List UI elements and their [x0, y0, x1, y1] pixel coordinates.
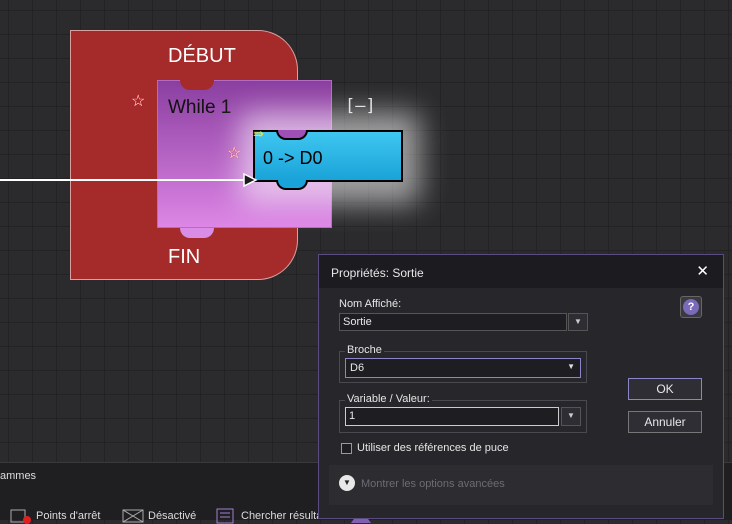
while-block-notch-top: [180, 80, 214, 90]
help-icon: ?: [683, 299, 699, 315]
assign-block-notch-top: [276, 130, 308, 140]
dialog-titlebar[interactable]: Propriétés: Sortie ✕: [319, 255, 723, 288]
disabled-icon: [122, 509, 144, 523]
pin-select-value: D6: [350, 362, 365, 374]
breakpoints-label: Points d'arrêt: [36, 509, 101, 522]
variable-dropdown-icon[interactable]: ▼: [561, 407, 581, 426]
search-results-icon: [216, 508, 234, 524]
help-button[interactable]: ?: [680, 296, 702, 318]
variable-value-field[interactable]: 1: [345, 407, 559, 426]
properties-dialog: Propriétés: Sortie ✕ Nom Affiché: Sortie…: [318, 254, 724, 519]
cancel-button[interactable]: Annuler: [628, 411, 702, 433]
chevron-down-icon: ▼: [567, 362, 575, 371]
search-results-tab[interactable]: Chercher résultats: [215, 508, 331, 524]
wire-arrowhead-icon: [243, 172, 258, 188]
dialog-title: Propriétés: Sortie: [331, 266, 424, 280]
expand-advanced-icon[interactable]: ▼: [339, 475, 355, 491]
chip-refs-checkbox[interactable]: [341, 443, 352, 454]
while-star-icon: ☆: [131, 93, 146, 110]
bottom-panel-title: ammes: [0, 470, 37, 482]
chip-refs-label: Utiliser des références de puce: [357, 442, 509, 454]
display-name-dropdown-icon[interactable]: ▼: [568, 313, 588, 331]
display-name-label: Nom Affiché:: [339, 298, 402, 310]
variable-group-title: Variable / Valeur:: [345, 393, 432, 405]
pin-select[interactable]: D6 ▼: [345, 358, 581, 378]
connection-wire: [0, 172, 258, 188]
disabled-tab[interactable]: Désactivé: [122, 508, 196, 524]
end-block-label: FIN: [168, 246, 201, 268]
while-block-label: While 1: [168, 97, 232, 118]
close-icon[interactable]: ✕: [696, 262, 709, 280]
breakpoints-tab[interactable]: Points d'arrêt: [10, 508, 100, 524]
pin-group-title: Broche: [345, 344, 384, 356]
ok-button[interactable]: OK: [628, 378, 702, 400]
display-name-field[interactable]: Sortie: [339, 313, 567, 331]
disabled-label: Désactivé: [148, 509, 197, 522]
execution-pointer-icon: ⇛: [253, 126, 264, 141]
advanced-options-label[interactable]: Montrer les options avancées: [361, 478, 505, 490]
while-block-notch-bottom: [180, 228, 214, 238]
breakpoints-icon: [10, 509, 31, 524]
assign-block-label: 0 -> D0: [263, 148, 323, 168]
assign-block-notch-bottom: [276, 180, 308, 190]
start-block-label: DÉBUT: [168, 45, 236, 67]
